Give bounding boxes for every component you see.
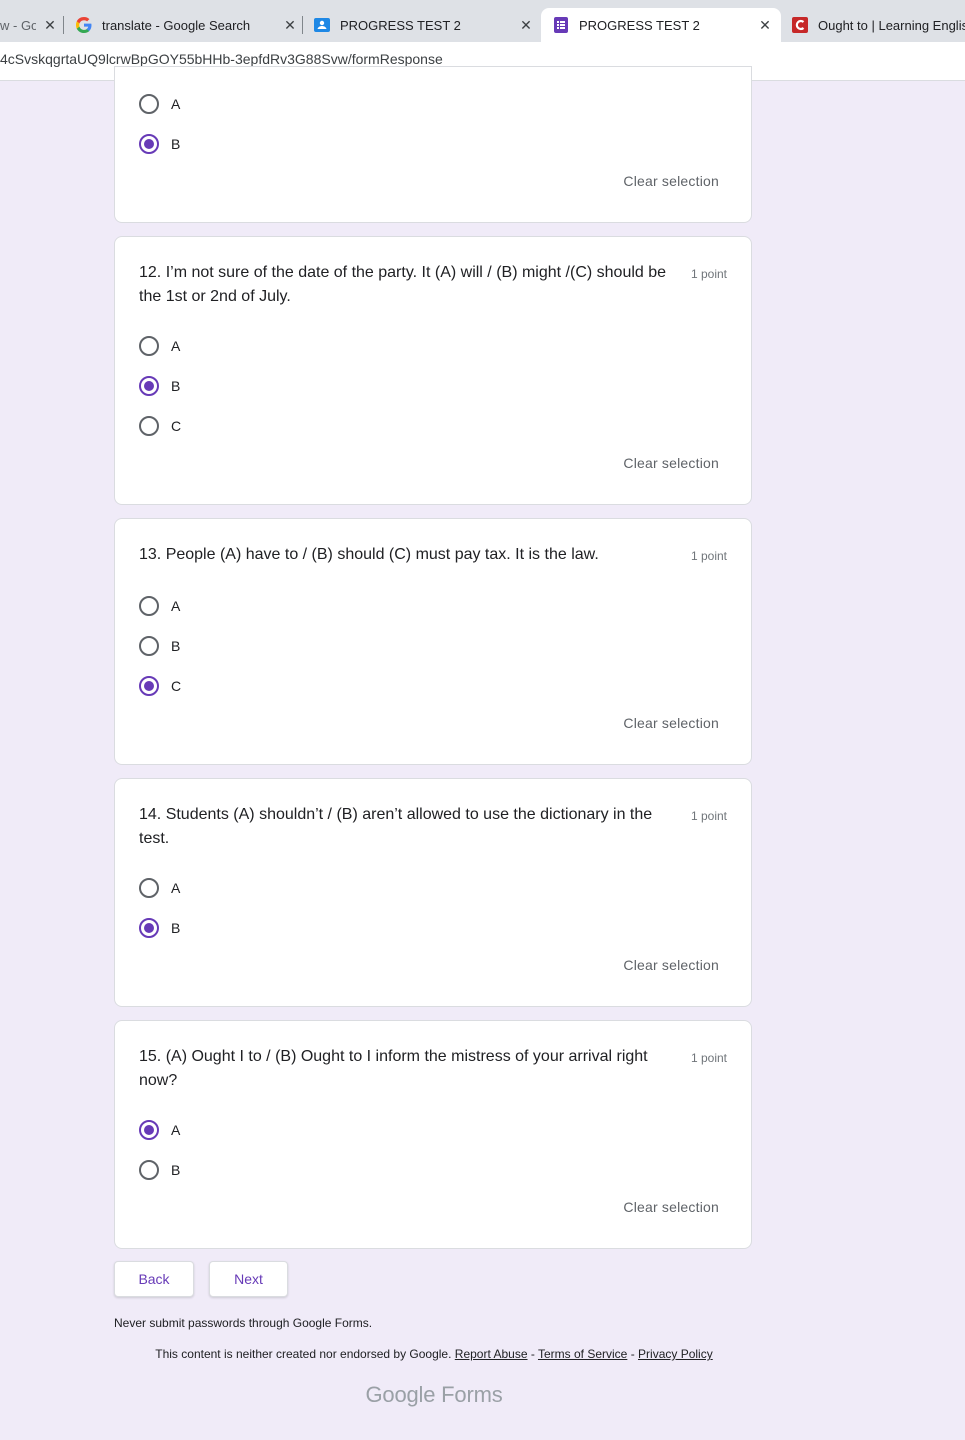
radio-option[interactable]: A — [139, 1118, 180, 1142]
option-label: B — [171, 638, 181, 654]
browser-tab-2[interactable]: translate - Google Search ✕ — [76, 8, 298, 42]
points-label: 1 point — [690, 1051, 727, 1065]
clear-selection-button[interactable]: Clear selection — [623, 173, 719, 189]
tab-title: PROGRESS TEST 2 — [340, 17, 461, 33]
option-label: A — [171, 96, 181, 112]
browser-tab-3[interactable]: PROGRESS TEST 2 ✕ — [314, 8, 534, 42]
back-button[interactable]: Back — [114, 1261, 194, 1297]
clear-selection-button[interactable]: Clear selection — [623, 715, 719, 731]
tab-title: w - Go — [0, 17, 36, 33]
close-icon[interactable]: ✕ — [282, 17, 298, 34]
radio-option[interactable]: C — [139, 414, 181, 438]
radio-option[interactable]: A — [139, 876, 180, 900]
disclaimer-text: This content is neither created nor endo… — [155, 1347, 452, 1361]
tab-title: PROGRESS TEST 2 — [579, 17, 700, 33]
radio-option[interactable]: A — [139, 334, 180, 358]
terms-link[interactable]: Terms of Service — [538, 1347, 627, 1361]
report-abuse-link[interactable]: Report Abuse — [455, 1347, 528, 1361]
browser-tab-5[interactable]: Ought to | Learning English — [792, 8, 965, 42]
question-card-12: 12. I’m not sure of the date of the part… — [114, 236, 752, 505]
tab-divider — [302, 16, 303, 34]
question-card-15: 15. (A) Ought I to / (B) Ought to I info… — [114, 1020, 752, 1249]
option-label: A — [171, 1122, 181, 1138]
option-label: A — [171, 880, 181, 896]
close-icon[interactable]: ✕ — [518, 17, 534, 34]
option-label: B — [171, 378, 181, 394]
password-warning: Never submit passwords through Google Fo… — [114, 1316, 373, 1330]
radio-button-selected[interactable] — [139, 134, 159, 154]
radio-button[interactable] — [139, 636, 159, 656]
question-text: 12. I’m not sure of the date of the part… — [139, 264, 667, 305]
question-text: 13. People (A) have to / (B) should (C) … — [139, 546, 599, 563]
radio-button[interactable] — [139, 336, 159, 356]
classroom-icon — [314, 17, 330, 33]
radio-button-selected[interactable] — [139, 1120, 159, 1140]
option-label: B — [171, 136, 181, 152]
brand-google: Google — [365, 1382, 436, 1407]
red-c-icon — [792, 17, 808, 33]
clear-selection-button[interactable]: Clear selection — [623, 1199, 719, 1215]
tab-title: Ought to | Learning English — [818, 17, 965, 33]
question-text: 15. (A) Ought I to / (B) Ought to I info… — [139, 1048, 648, 1089]
radio-option[interactable]: A — [139, 594, 180, 618]
option-label: B — [171, 1162, 181, 1178]
radio-option[interactable]: B — [139, 132, 180, 156]
option-label: C — [171, 418, 182, 434]
radio-option[interactable]: C — [139, 674, 181, 698]
forms-icon — [553, 17, 569, 33]
points-label: 1 point — [690, 267, 727, 281]
disclaimer: This content is neither created nor endo… — [114, 1347, 754, 1361]
separator: - — [630, 1347, 635, 1361]
radio-option[interactable]: B — [139, 1158, 180, 1182]
radio-button-selected[interactable] — [139, 376, 159, 396]
radio-button[interactable] — [139, 878, 159, 898]
clear-selection-button[interactable]: Clear selection — [623, 957, 719, 973]
brand-forms: Forms — [441, 1382, 503, 1407]
radio-option[interactable]: A — [139, 92, 180, 116]
close-icon[interactable]: ✕ — [42, 17, 58, 34]
question-text: 14. Students (A) shouldn’t / (B) aren’t … — [139, 806, 653, 847]
option-label: A — [171, 598, 181, 614]
tab-divider — [63, 16, 64, 34]
radio-option[interactable]: B — [139, 634, 180, 658]
radio-option[interactable]: B — [139, 916, 180, 940]
option-label: B — [171, 920, 181, 936]
radio-button[interactable] — [139, 94, 159, 114]
points-label: 1 point — [690, 809, 727, 823]
separator: - — [530, 1347, 535, 1361]
radio-button-selected[interactable] — [139, 676, 159, 696]
radio-button[interactable] — [139, 1160, 159, 1180]
next-button[interactable]: Next — [209, 1261, 288, 1297]
browser-tab-strip: w - Go ✕ translate - Google Search ✕ PRO… — [0, 0, 965, 42]
radio-button[interactable] — [139, 596, 159, 616]
google-forms-logo[interactable]: Google Forms — [114, 1382, 754, 1408]
radio-button[interactable] — [139, 416, 159, 436]
browser-tab-4-active[interactable]: PROGRESS TEST 2 ✕ — [541, 8, 781, 42]
url-text[interactable]: 4cSvskqgrtaUQ9lcrwBpGOY55bHHb-3epfdRv3G8… — [0, 51, 443, 67]
radio-option[interactable]: B — [139, 374, 180, 398]
browser-tab-1[interactable]: w - Go ✕ — [0, 8, 58, 42]
points-label: 1 point — [690, 549, 727, 563]
question-card-11: A B Clear selection — [114, 66, 752, 223]
option-label: A — [171, 338, 181, 354]
google-g-icon — [76, 17, 92, 33]
privacy-link[interactable]: Privacy Policy — [638, 1347, 713, 1361]
question-card-13: 13. People (A) have to / (B) should (C) … — [114, 518, 752, 765]
close-icon[interactable]: ✕ — [757, 17, 773, 34]
option-label: C — [171, 678, 182, 694]
clear-selection-button[interactable]: Clear selection — [623, 455, 719, 471]
tab-title: translate - Google Search — [102, 17, 251, 33]
radio-button-selected[interactable] — [139, 918, 159, 938]
question-card-14: 14. Students (A) shouldn’t / (B) aren’t … — [114, 778, 752, 1007]
